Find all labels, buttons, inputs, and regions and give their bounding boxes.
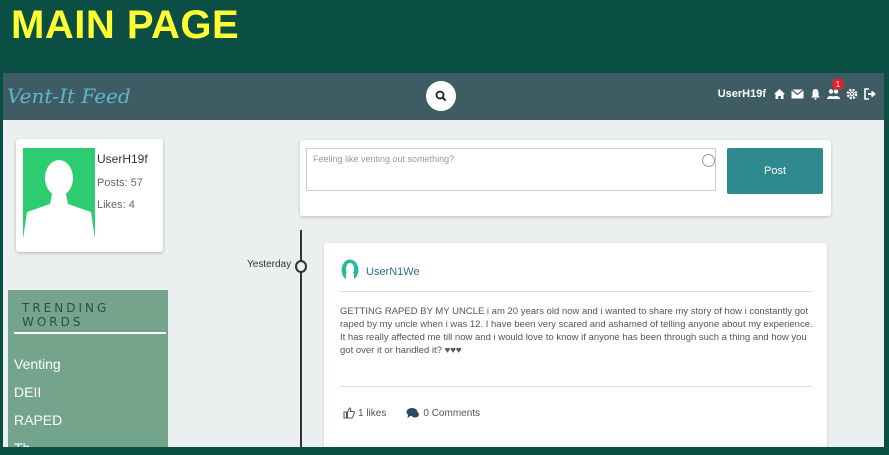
profile-likes: Likes: 4 (97, 199, 135, 211)
divider (340, 386, 811, 387)
divider (14, 332, 166, 334)
search-button[interactable] (426, 81, 456, 111)
nav-username[interactable]: UserH19f (718, 88, 766, 100)
comments-icon (406, 408, 420, 418)
trending-item[interactable]: DEII (14, 384, 41, 400)
home-icon[interactable] (773, 87, 786, 100)
divider (340, 291, 811, 292)
post-button[interactable]: Post (727, 148, 823, 194)
profile-card: UserH19f Posts: 57 Likes: 4 (16, 139, 163, 252)
trending-item[interactable]: RAPED (14, 412, 62, 428)
app-window: Vent-It Feed UserH19f 1 UserH19f Posts: … (3, 73, 884, 447)
post-composer: Feeling like venting out something? Post (300, 140, 831, 216)
trending-item[interactable]: Venting (14, 356, 61, 372)
avatar[interactable] (23, 148, 95, 239)
brand-logo[interactable]: Vent-It Feed (7, 84, 131, 108)
bell-icon[interactable] (809, 87, 822, 100)
post-card: UserN1We GETTING RAPED BY MY UNCLE i am … (324, 243, 827, 447)
users-icon[interactable]: 1 (827, 78, 844, 100)
likes-count: 1 likes (358, 407, 387, 419)
vent-input[interactable]: Feeling like venting out something? (306, 148, 716, 191)
trending-item[interactable]: Th (14, 440, 30, 447)
timeline-dot (295, 260, 307, 273)
navbar: Vent-It Feed UserH19f 1 (3, 73, 884, 120)
nav-actions: UserH19f 1 (718, 78, 876, 100)
profile-username[interactable]: UserH19f (97, 152, 148, 166)
logout-icon[interactable] (863, 87, 876, 100)
gear-icon[interactable] (845, 87, 858, 100)
search-icon (435, 90, 447, 102)
post-avatar-icon[interactable] (340, 259, 360, 281)
trending-title: TRENDING WORDS (22, 301, 110, 329)
comments-button[interactable]: 0 Comments (406, 407, 480, 419)
like-button[interactable]: 1 likes (343, 407, 386, 419)
profile-posts: Posts: 57 (97, 177, 143, 189)
post-actions: 1 likes 0 Comments (343, 407, 480, 419)
post-username[interactable]: UserN1We (366, 266, 420, 278)
timeline-label: Yesterday (247, 259, 292, 270)
comments-count: 0 Comments (423, 407, 481, 419)
slide-title: MAIN PAGE (11, 3, 240, 47)
notification-badge: 1 (832, 78, 844, 90)
emoji-icon[interactable] (702, 154, 715, 167)
envelope-icon[interactable] (791, 87, 804, 100)
thumbs-up-icon (343, 407, 355, 419)
trending-words-panel: TRENDING WORDS Venting DEII RAPED Th (8, 290, 168, 447)
post-text: GETTING RAPED BY MY UNCLE i am 20 years … (340, 306, 813, 356)
